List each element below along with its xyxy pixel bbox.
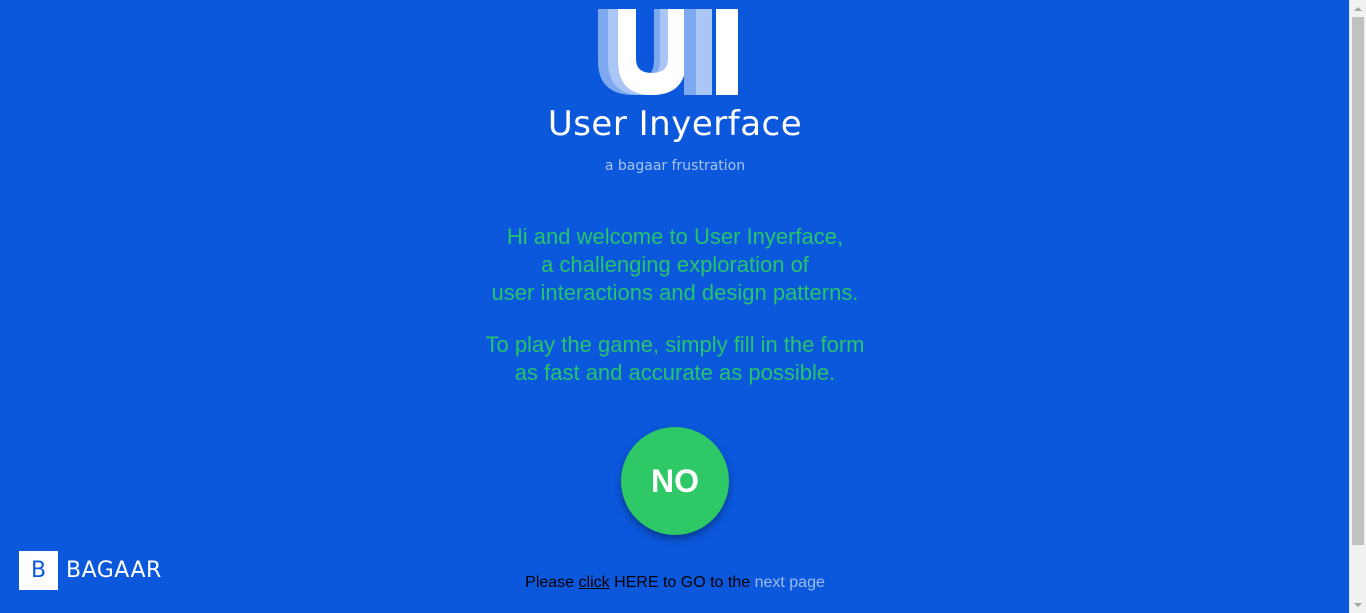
next-page-prompt: Please click HERE to GO to the next page <box>0 574 1350 592</box>
tagline: a bagaar frustration <box>604 158 746 174</box>
vertical-scrollbar[interactable] <box>1349 0 1366 613</box>
brand-name: BAGAAR <box>66 558 162 583</box>
no-button[interactable]: NO <box>621 427 729 535</box>
bagaar-brand[interactable]: B BAGAAR <box>19 551 162 590</box>
prompt-middle: HERE to GO to the <box>609 574 755 591</box>
ui-logo <box>596 9 740 97</box>
scrollbar-thumb[interactable] <box>1352 17 1364 545</box>
welcome-text: Hi and welcome to User Inyerface, a chal… <box>0 223 1350 307</box>
click-link[interactable]: click <box>579 574 610 591</box>
bagaar-logo-icon: B <box>19 551 58 590</box>
next-page-link[interactable]: next page <box>755 574 825 591</box>
welcome-line: Hi and welcome to User Inyerface, <box>506 224 844 249</box>
welcome-line: a challenging exploration of <box>541 252 809 277</box>
instruction-line: To play the game, simply fill in the for… <box>485 332 865 357</box>
prompt-prefix: Please <box>525 574 579 591</box>
app-title: User Inyerface <box>547 104 803 144</box>
welcome-line: user interactions and design patterns. <box>491 280 859 305</box>
instruction-line: as fast and accurate as possible. <box>514 360 836 385</box>
scroll-up-icon[interactable] <box>1350 0 1366 17</box>
instructions-text: To play the game, simply fill in the for… <box>0 331 1350 387</box>
scroll-down-icon[interactable] <box>1350 596 1366 613</box>
